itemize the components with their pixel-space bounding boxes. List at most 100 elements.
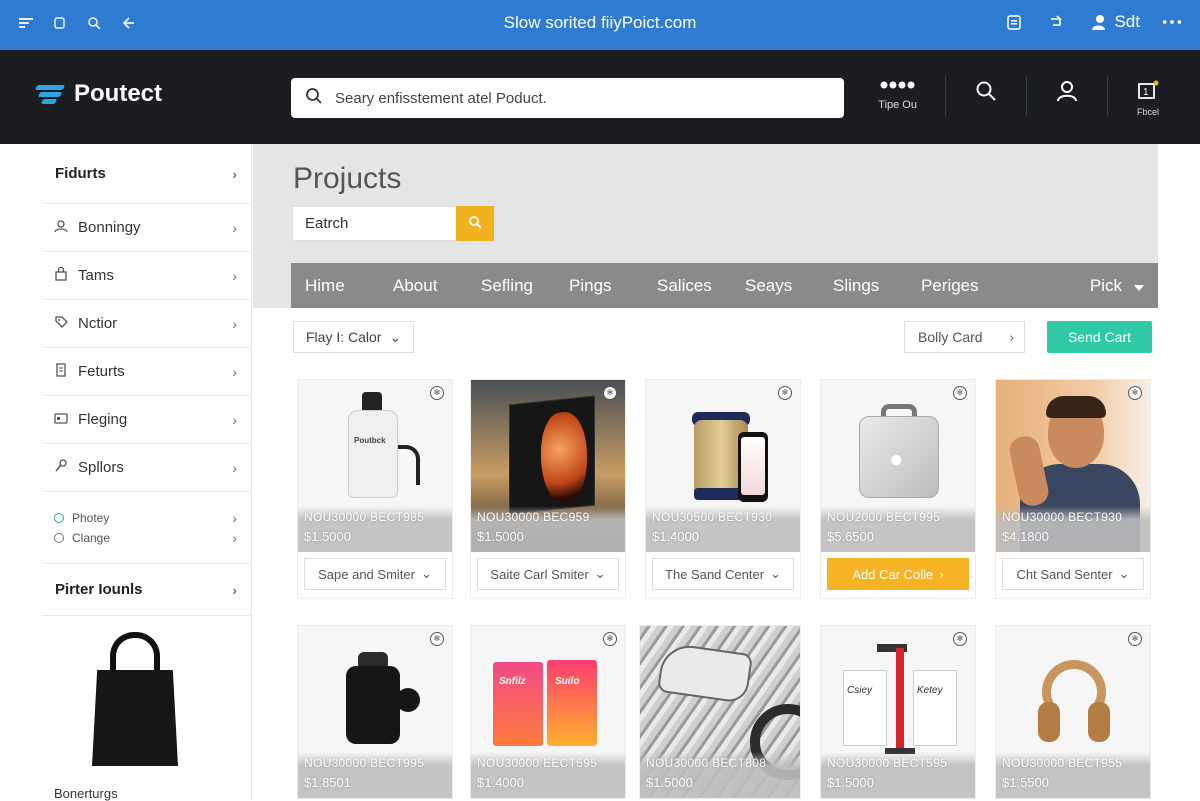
product-search: [292, 206, 494, 241]
header-search-button[interactable]: [974, 80, 998, 105]
sidebar-item-label: Nctior: [78, 315, 118, 332]
product-card[interactable]: ✻ NOU30000 BECT995 $1.8501: [297, 625, 453, 799]
send-cart-button[interactable]: Send Cart: [1047, 321, 1152, 353]
favorite-icon[interactable]: ✻: [603, 386, 617, 400]
favorite-icon[interactable]: ✻: [778, 386, 792, 400]
cart-button[interactable]: 1 Fbcel: [1136, 80, 1160, 117]
search-input[interactable]: [335, 89, 815, 107]
product-card[interactable]: NOU30000 BECT808 $1.5000: [639, 625, 801, 799]
product-price: $1.5000: [646, 775, 693, 790]
product-action-button[interactable]: Saite Carl Smiter ⌄: [477, 558, 619, 590]
more-menu[interactable]: Tipe Ou: [878, 80, 917, 111]
product-sku: NOU30000 EECT595: [477, 756, 598, 770]
favorite-icon[interactable]: ✻: [430, 632, 444, 646]
chevron-down-icon: ⌄: [1118, 566, 1130, 581]
main-content: Projucts Hime About Sefling Pings Salice…: [253, 144, 1200, 800]
sidebar-item-label: Bonningy: [78, 219, 141, 236]
product-meta: NOU2000 BECT995 $5.6500: [821, 506, 975, 552]
sidebar-item-label: Feturts: [78, 363, 125, 380]
sidebar-heading[interactable]: Fidurts ›: [42, 144, 251, 204]
favorite-icon[interactable]: ✻: [603, 632, 617, 646]
sidebar-section-title[interactable]: Pirter Iounls ›: [42, 564, 251, 616]
product-action-button[interactable]: The Sand Center ⌄: [652, 558, 794, 590]
nav-item-hime[interactable]: Hime: [305, 276, 393, 296]
nav-item-salices[interactable]: Salices: [657, 276, 745, 296]
action-label: Cht Sand Senter: [1016, 566, 1113, 582]
nav-pick-dropdown[interactable]: Pick: [1090, 276, 1144, 296]
sidebar-item-label: Spllors: [78, 459, 124, 476]
add-to-cart-button[interactable]: Add Car Colle ›: [827, 558, 969, 590]
product-card[interactable]: Csiey Ketey ✻ NOU30000 BECT595 $1.5000: [820, 625, 976, 799]
favorite-icon[interactable]: ✻: [1128, 632, 1142, 646]
product-image[interactable]: ✻ NOU30000 BEC959 $1.5000: [471, 380, 625, 552]
list-toolbar: Flay I: Calor ⌄ Bolly Card › Send Cart: [293, 321, 1153, 354]
product-image[interactable]: Poutbck ✻ NOU30000 BECT985 $1.5000: [298, 380, 452, 552]
product-image[interactable]: Snfilz Suilo ✻ NOU30000 EECT595 $1.4000: [471, 626, 625, 798]
sidebar-item-bonningy[interactable]: Bonningy ›: [42, 204, 251, 252]
account-button[interactable]: [1055, 80, 1079, 105]
header-search[interactable]: [291, 78, 844, 118]
clipboard-icon[interactable]: [1004, 12, 1024, 32]
nav-item-slings[interactable]: Slings: [833, 276, 921, 296]
tote-bag-image[interactable]: [92, 632, 182, 767]
favorite-icon[interactable]: ✻: [953, 632, 967, 646]
product-image[interactable]: NOU30000 BECT808 $1.5000: [640, 626, 800, 798]
product-search-input[interactable]: [292, 206, 456, 241]
nav-item-seays[interactable]: Seays: [745, 276, 833, 296]
search-button[interactable]: [456, 206, 494, 241]
sidebar-item-fleging[interactable]: Fleging ›: [42, 396, 251, 444]
sidebar-filter-clange[interactable]: Clange ›: [54, 530, 237, 546]
chevron-right-icon: ›: [232, 219, 237, 236]
sidebar-item-nctior[interactable]: Nctior ›: [42, 300, 251, 348]
product-sku: NOU30500 BECT930: [652, 510, 773, 524]
user-menu[interactable]: Sdt: [1088, 12, 1140, 32]
product-price: $1.5000: [477, 529, 524, 544]
nav-item-about[interactable]: About: [393, 276, 481, 296]
product-card[interactable]: ✻ NOU30500 BECT930 $1.4000 The Sand Cent…: [645, 379, 801, 599]
product-card[interactable]: ✻ NOU30000 BECT930 $4.1800 Cht Sand Sent…: [995, 379, 1151, 599]
product-card[interactable]: ✻ NOU30000 BEC959 $1.5000 Saite Carl Smi…: [470, 379, 626, 599]
section-title-label: Pirter Iounls: [55, 581, 143, 598]
product-price: $1.4000: [477, 775, 524, 790]
product-image[interactable]: ● ✻ NOU2000 BECT995 $5.6500: [821, 380, 975, 552]
sidebar-item-feturts[interactable]: Feturts ›: [42, 348, 251, 396]
product-image[interactable]: ✻ NOU30000 BECT995 $1.8501: [298, 626, 452, 798]
nav-item-periges[interactable]: Periges: [921, 276, 1009, 296]
product-image[interactable]: ✻ NOU30000 BECT930 $4.1800: [996, 380, 1150, 552]
nav-item-pings[interactable]: Pings: [569, 276, 657, 296]
product-card[interactable]: ● ✻ NOU2000 BECT995 $5.6500 Add Car Coll…: [820, 379, 976, 599]
product-card[interactable]: Snfilz Suilo ✻ NOU30000 EECT595 $1.4000: [470, 625, 626, 799]
chevron-right-icon: ›: [232, 509, 237, 526]
favorite-icon[interactable]: ✻: [430, 386, 444, 400]
radio-icon: [54, 512, 64, 523]
category-nav: Hime About Sefling Pings Salices Seays S…: [291, 263, 1158, 308]
product-action-button[interactable]: Cht Sand Senter ⌄: [1002, 558, 1144, 590]
favorite-icon[interactable]: ✻: [1128, 386, 1142, 400]
user-label: Sdt: [1114, 12, 1140, 31]
product-sku: NOU30000 BECT955: [1002, 756, 1123, 770]
sidebar-item-label: Fleging: [78, 411, 128, 428]
redo-icon[interactable]: [1046, 12, 1066, 32]
product-card[interactable]: Poutbck ✻ NOU30000 BECT985 $1.5000 Sape …: [297, 379, 453, 599]
cart-view-button[interactable]: Bolly Card ›: [904, 321, 1025, 353]
product-image[interactable]: ✻ NOU30500 BECT930 $1.4000: [646, 380, 800, 552]
product-action-button[interactable]: Sape and Smiter ⌄: [304, 558, 446, 590]
sidebar-item-tams[interactable]: Tams ›: [42, 252, 251, 300]
search-icon: [468, 215, 482, 232]
product-image[interactable]: ✻ NOU30000 BECT955 $1.5500: [996, 626, 1150, 798]
favorite-icon[interactable]: ✻: [953, 386, 967, 400]
more-icon[interactable]: [1162, 12, 1182, 32]
chevron-right-icon: ›: [232, 165, 237, 182]
brand-logo[interactable]: Poutect: [34, 80, 162, 108]
sidebar-item-spllors[interactable]: Spllors ›: [42, 444, 251, 492]
product-image[interactable]: Csiey Ketey ✻ NOU30000 BECT595 $1.5000: [821, 626, 975, 798]
svg-text:1: 1: [1143, 87, 1149, 98]
product-meta: NOU30000 EECT595 $1.4000: [471, 752, 625, 798]
product-card[interactable]: ✻ NOU30000 BECT955 $1.5500: [995, 625, 1151, 799]
chevron-right-icon: ›: [232, 581, 237, 598]
nav-item-sefling[interactable]: Sefling: [481, 276, 569, 296]
color-filter-dropdown[interactable]: Flay I: Calor ⌄: [293, 321, 415, 353]
sidebar-filter-photey[interactable]: Photey ›: [54, 510, 237, 526]
page-title: Projucts: [293, 162, 402, 195]
cart-icon: 1: [1136, 80, 1160, 105]
